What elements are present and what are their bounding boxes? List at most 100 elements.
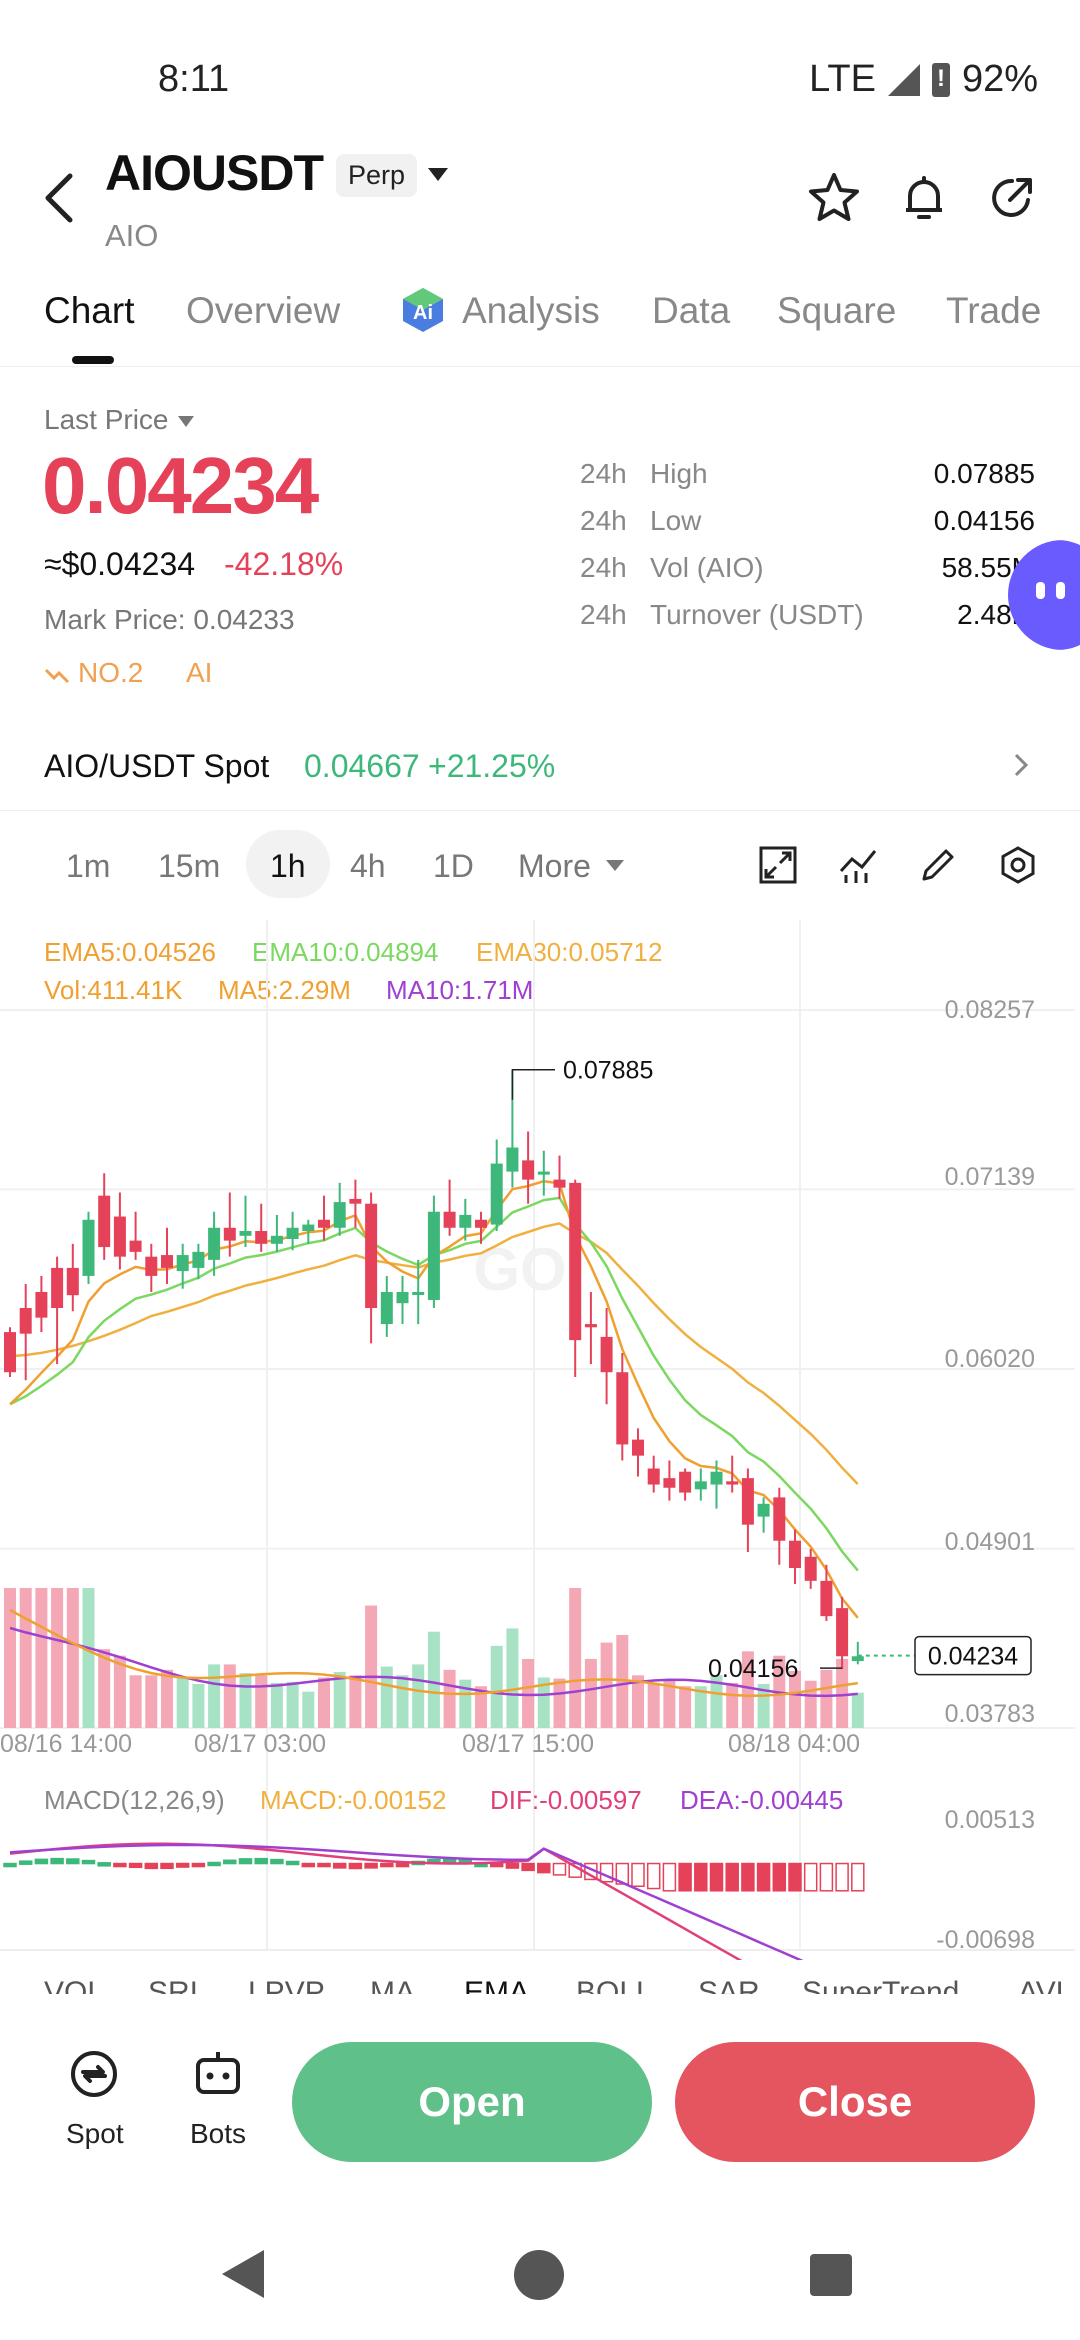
macd-title: MACD(12,26,9) [44,1785,225,1815]
network-label: LTE [809,58,876,100]
mark-price: Mark Price: 0.04233 [44,604,295,635]
signal-icon [887,63,920,96]
caret-down-icon[interactable] [428,168,448,181]
contract-type-badge[interactable]: Perp [336,154,418,197]
settings-icon[interactable] [998,845,1038,885]
tf-1m[interactable]: 1m [66,848,110,885]
candle-body [443,1211,456,1228]
close-button[interactable]: Close [675,2042,1035,2162]
macd-bar [113,1862,127,1868]
ind-ema[interactable]: EMA [464,1976,529,1994]
candle-body [600,1336,613,1373]
category-tag[interactable]: AI [186,657,212,689]
macd-tick: 0.00513 [944,1806,1035,1834]
x-tick: 08/18 04:00 [728,1730,861,1758]
ind-vol[interactable]: VOL [44,1976,104,1994]
nav-home-icon[interactable] [514,2250,564,2300]
star-icon[interactable] [806,170,862,226]
macd-bar [380,1862,394,1868]
macd-bar [835,1862,849,1892]
volume-bar [522,1658,535,1728]
volume-bar [349,1675,362,1728]
candle-body [726,1481,739,1485]
spot-price: 0.04667 [304,748,420,784]
candle-body [584,1324,597,1328]
nav-recents-icon[interactable] [810,2254,852,2296]
tab-square[interactable]: Square [777,290,896,332]
volume-bar [82,1588,95,1728]
macd-pane [3,1842,865,1960]
tab-analysis[interactable]: Analysis [462,290,600,332]
candle-body [192,1251,205,1268]
tab-overview[interactable]: Overview [186,290,340,332]
bots-label[interactable]: Bots [190,2118,246,2150]
price-change: -42.18% [224,546,344,582]
macd-bar [66,1858,80,1865]
candle-body [380,1291,393,1325]
nav-back-icon[interactable] [222,2250,264,2298]
battery-icon [931,62,950,97]
draw-icon[interactable] [918,845,958,885]
tab-data[interactable]: Data [652,290,730,332]
candle-body [113,1216,126,1257]
ind-ma[interactable]: MA [370,1976,415,1994]
candle-body [647,1468,660,1485]
volume-bar [51,1588,64,1728]
ind-boll[interactable]: BOLL [576,1976,653,1994]
ind-sar[interactable]: SAR [698,1976,760,1994]
stat-value: 0.04156 [933,505,1035,536]
svg-text:Ai: Ai [413,302,433,324]
caret-down-icon[interactable] [606,860,624,871]
macd-bar [803,1862,818,1892]
tab-chart[interactable]: Chart [44,290,134,332]
pair-title[interactable]: AIOUSDT [105,144,324,202]
active-tab-indicator [72,356,114,364]
tf-1d[interactable]: 1D [433,848,474,885]
last-price: 0.04234 [42,441,319,530]
y-tick: 0.03783 [944,1700,1035,1728]
ai-badge-icon: Ai [403,288,443,332]
volume-bar [35,1588,48,1728]
bell-icon[interactable] [896,170,952,226]
battery-level: 92% [961,58,1038,100]
macd-bar [238,1858,253,1865]
tf-more[interactable]: More [518,848,591,885]
last-price-label[interactable]: Last Price [44,404,169,436]
back-arrow-icon[interactable] [40,168,80,228]
candle-body [4,1332,16,1373]
tf-1h[interactable]: 1h [270,848,306,885]
candle-body [522,1160,535,1180]
caret-down-icon[interactable] [178,416,194,427]
tf-15m[interactable]: 15m [158,848,220,885]
tf-4h[interactable]: 4h [350,848,386,885]
ind-avl[interactable]: AVL [1018,1976,1072,1994]
candle-body [663,1478,676,1488]
candle-body [208,1227,221,1260]
indicators-icon[interactable] [838,845,878,885]
ind-supertrend[interactable]: SuperTrend [802,1976,959,1994]
macd-bar [332,1862,347,1869]
share-icon[interactable] [984,170,1040,226]
candle-body [302,1224,315,1231]
bots-icon[interactable] [190,2046,246,2102]
stat-label: Low [650,505,702,536]
fullscreen-icon[interactable] [758,845,798,885]
volume-bar [208,1664,221,1728]
tab-trade[interactable]: Trade [946,290,1041,332]
candle-body [270,1235,283,1244]
volume-bar [286,1681,299,1728]
y-tick: 0.08257 [944,996,1035,1024]
volume-bar [161,1669,173,1728]
dea-legend: DEA:-0.00445 [680,1785,844,1815]
stat-period: 24h [580,458,627,489]
ind-sri[interactable]: SRI [148,1976,198,1994]
spot-icon[interactable] [66,2046,122,2102]
usd-price: ≈$0.04234 [44,546,196,582]
chevron-right-icon[interactable] [1012,752,1030,778]
open-button[interactable]: Open [292,2042,652,2162]
spot-label[interactable]: Spot [66,2118,124,2150]
rank-tag[interactable]: NO.2 [44,657,143,689]
volume-bar [66,1588,79,1728]
ind-lpvp[interactable]: LPVP [248,1976,325,1994]
macd-bar [81,1859,96,1865]
